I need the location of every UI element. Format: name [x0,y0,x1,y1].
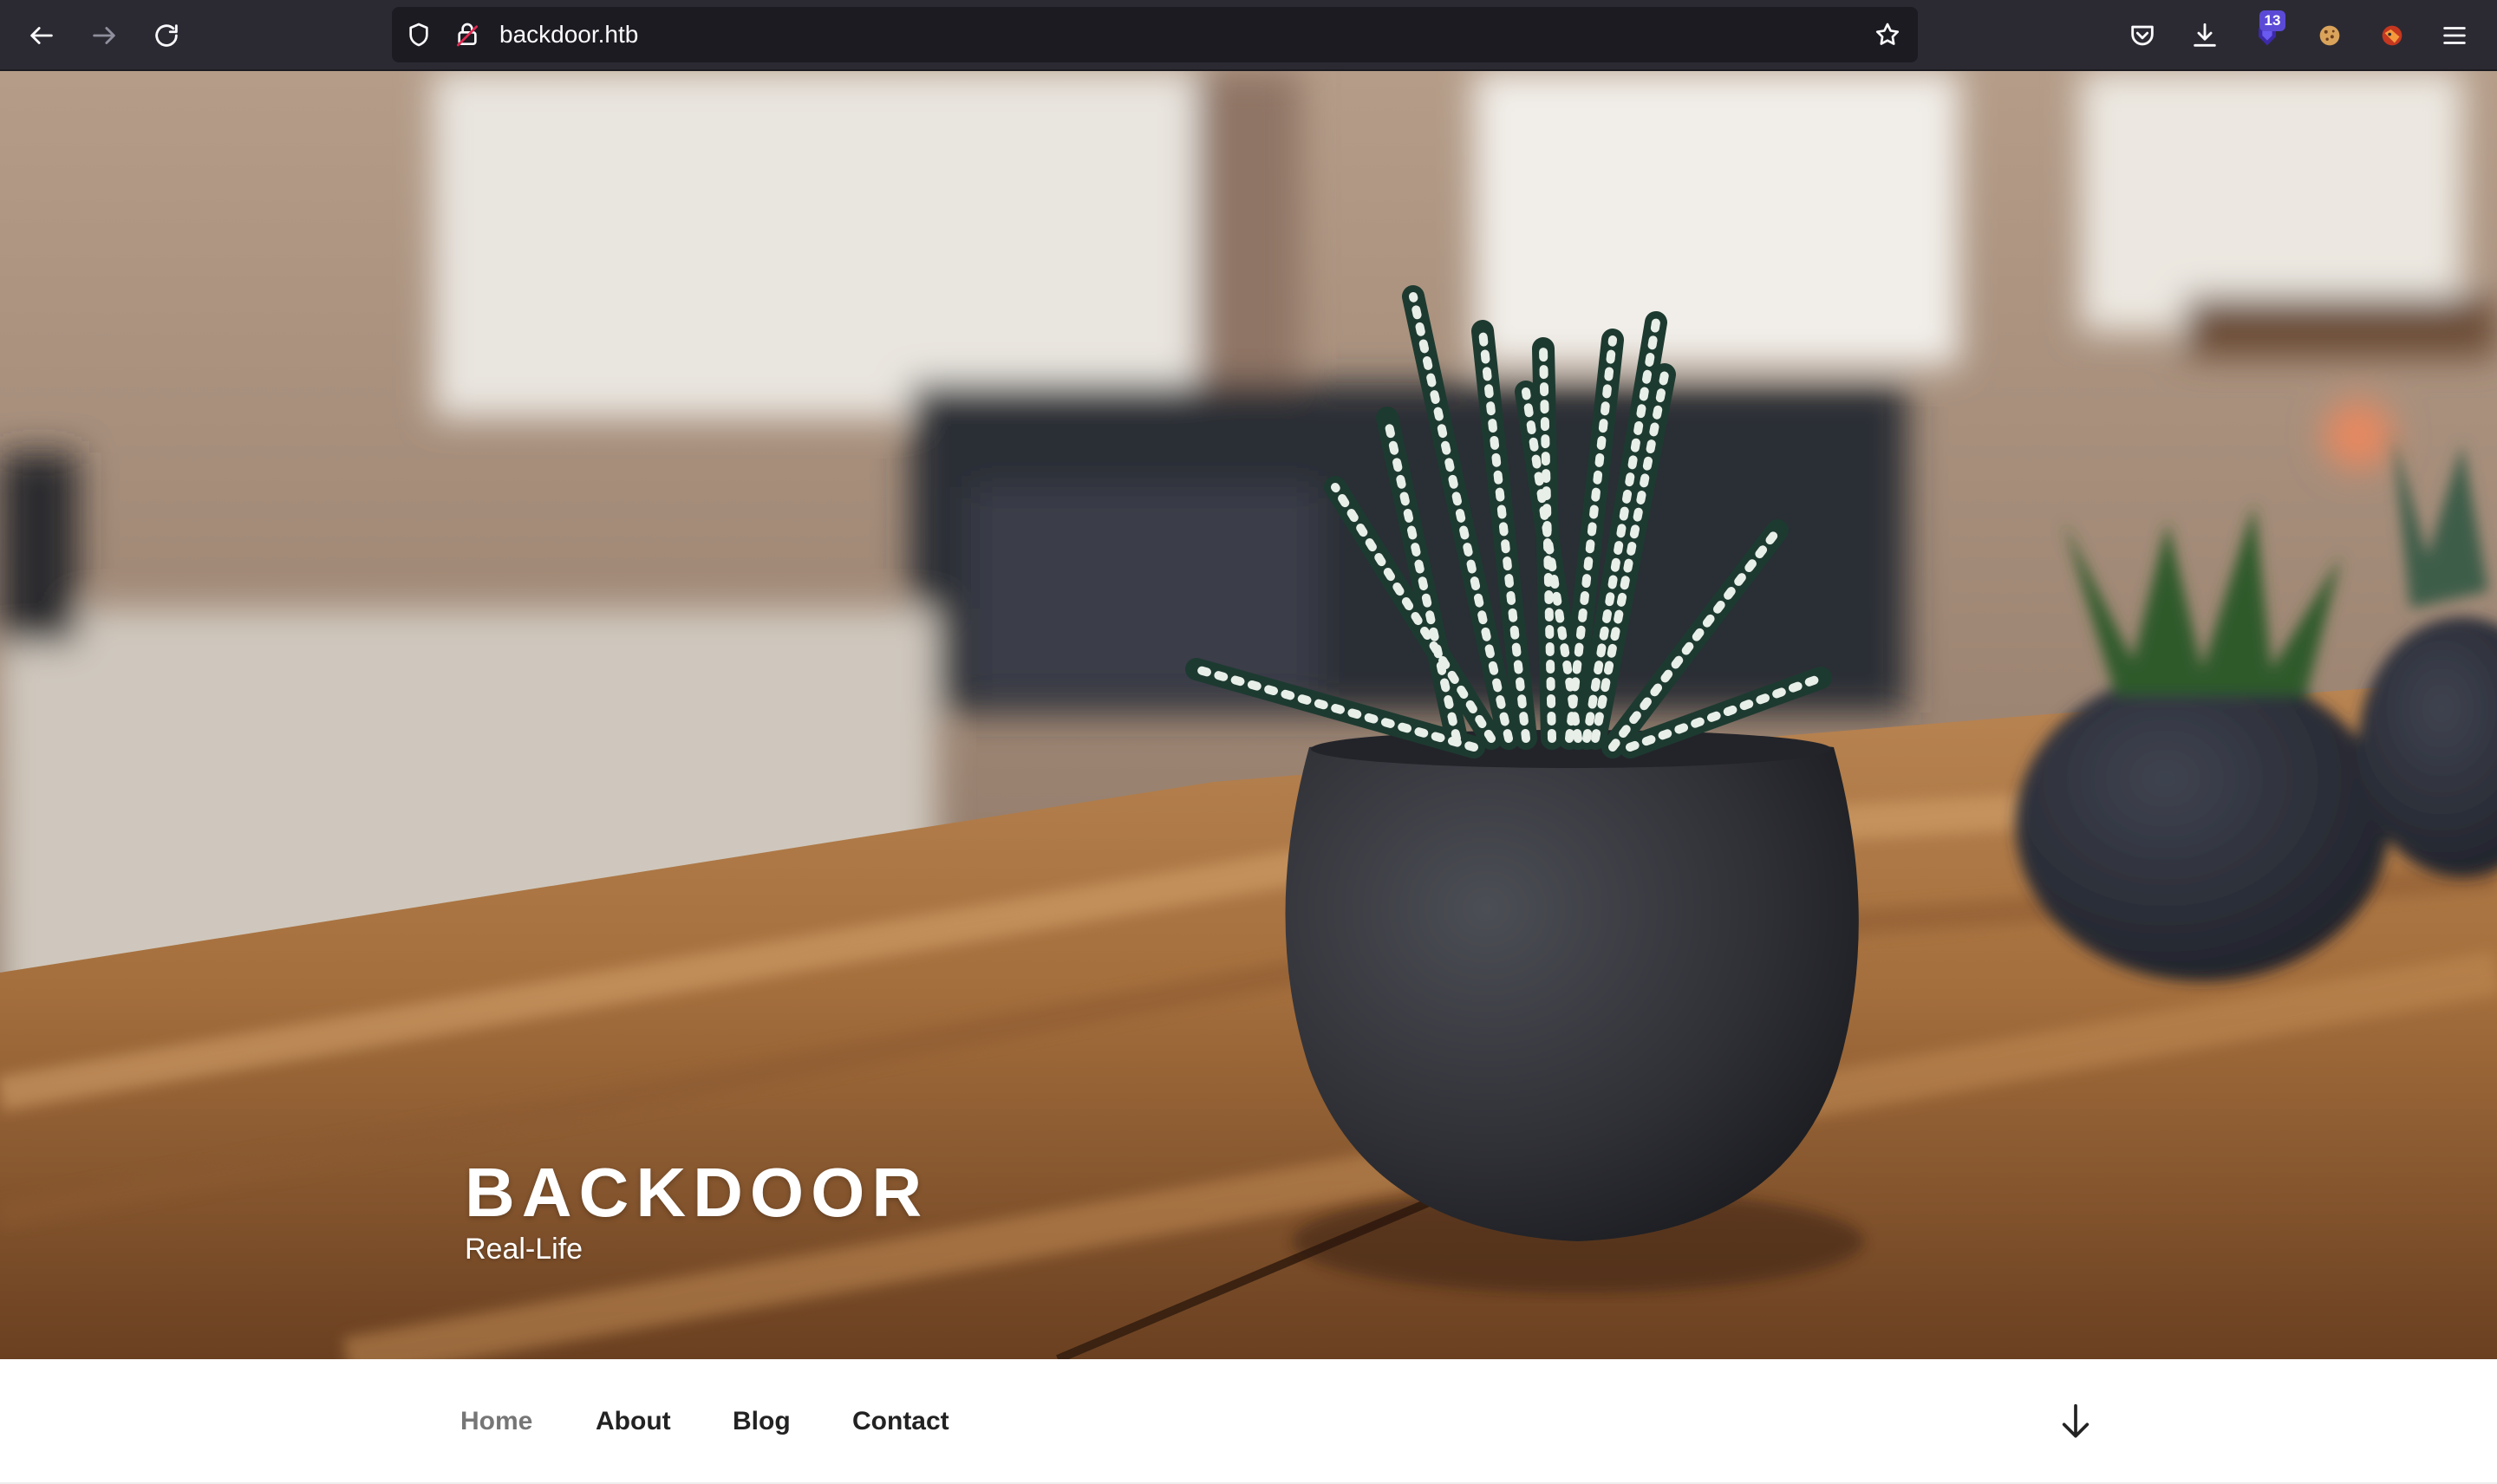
nav-item-home[interactable]: Home [460,1359,532,1484]
hero-image [0,71,2497,1359]
foxy-extension-button[interactable] [2371,15,2413,56]
url-text[interactable]: backdoor.htb [499,7,638,62]
hamburger-menu-icon [2443,27,2466,44]
site-security-button[interactable] [453,20,482,49]
nav-item-blog[interactable]: Blog [733,1359,791,1484]
downloads-button[interactable] [2184,15,2226,56]
download-icon [2194,23,2216,47]
menu-button[interactable] [2434,15,2475,56]
tracking-protection-button[interactable] [404,20,434,49]
shield-icon [409,23,428,47]
arrow-down-icon [2062,1403,2090,1438]
back-button[interactable] [21,15,62,56]
pocket-button[interactable] [2122,15,2163,56]
forward-arrow-icon [93,27,115,44]
main-navigation: Home About Blog Contact [0,1359,2497,1484]
site-title[interactable]: BACKDOOR [465,1153,929,1233]
cookie-icon [2319,25,2340,46]
reload-icon [155,24,178,47]
cookie-extension-button[interactable] [2309,15,2350,56]
forward-button[interactable] [83,15,125,56]
foxy-icon [2382,25,2402,46]
reload-button[interactable] [146,15,187,56]
back-arrow-icon [30,27,53,44]
nav-item-about[interactable]: About [596,1359,671,1484]
scroll-down-button[interactable] [2055,1401,2096,1442]
bookmark-button[interactable] [1873,20,1902,49]
browser-toolbar: backdoor.htb 13 [0,0,2497,71]
insecure-lock-icon [457,23,478,47]
nav-item-contact[interactable]: Contact [852,1359,949,1484]
bookmark-star-icon [1875,23,1900,45]
site-description: Real-Life [465,1233,584,1266]
pocket-icon [2131,25,2154,46]
extension-badge: 13 [2259,10,2285,31]
hero-header: BACKDOOR Real-Life [0,71,2497,1359]
url-bar[interactable]: backdoor.htb [392,7,1918,62]
